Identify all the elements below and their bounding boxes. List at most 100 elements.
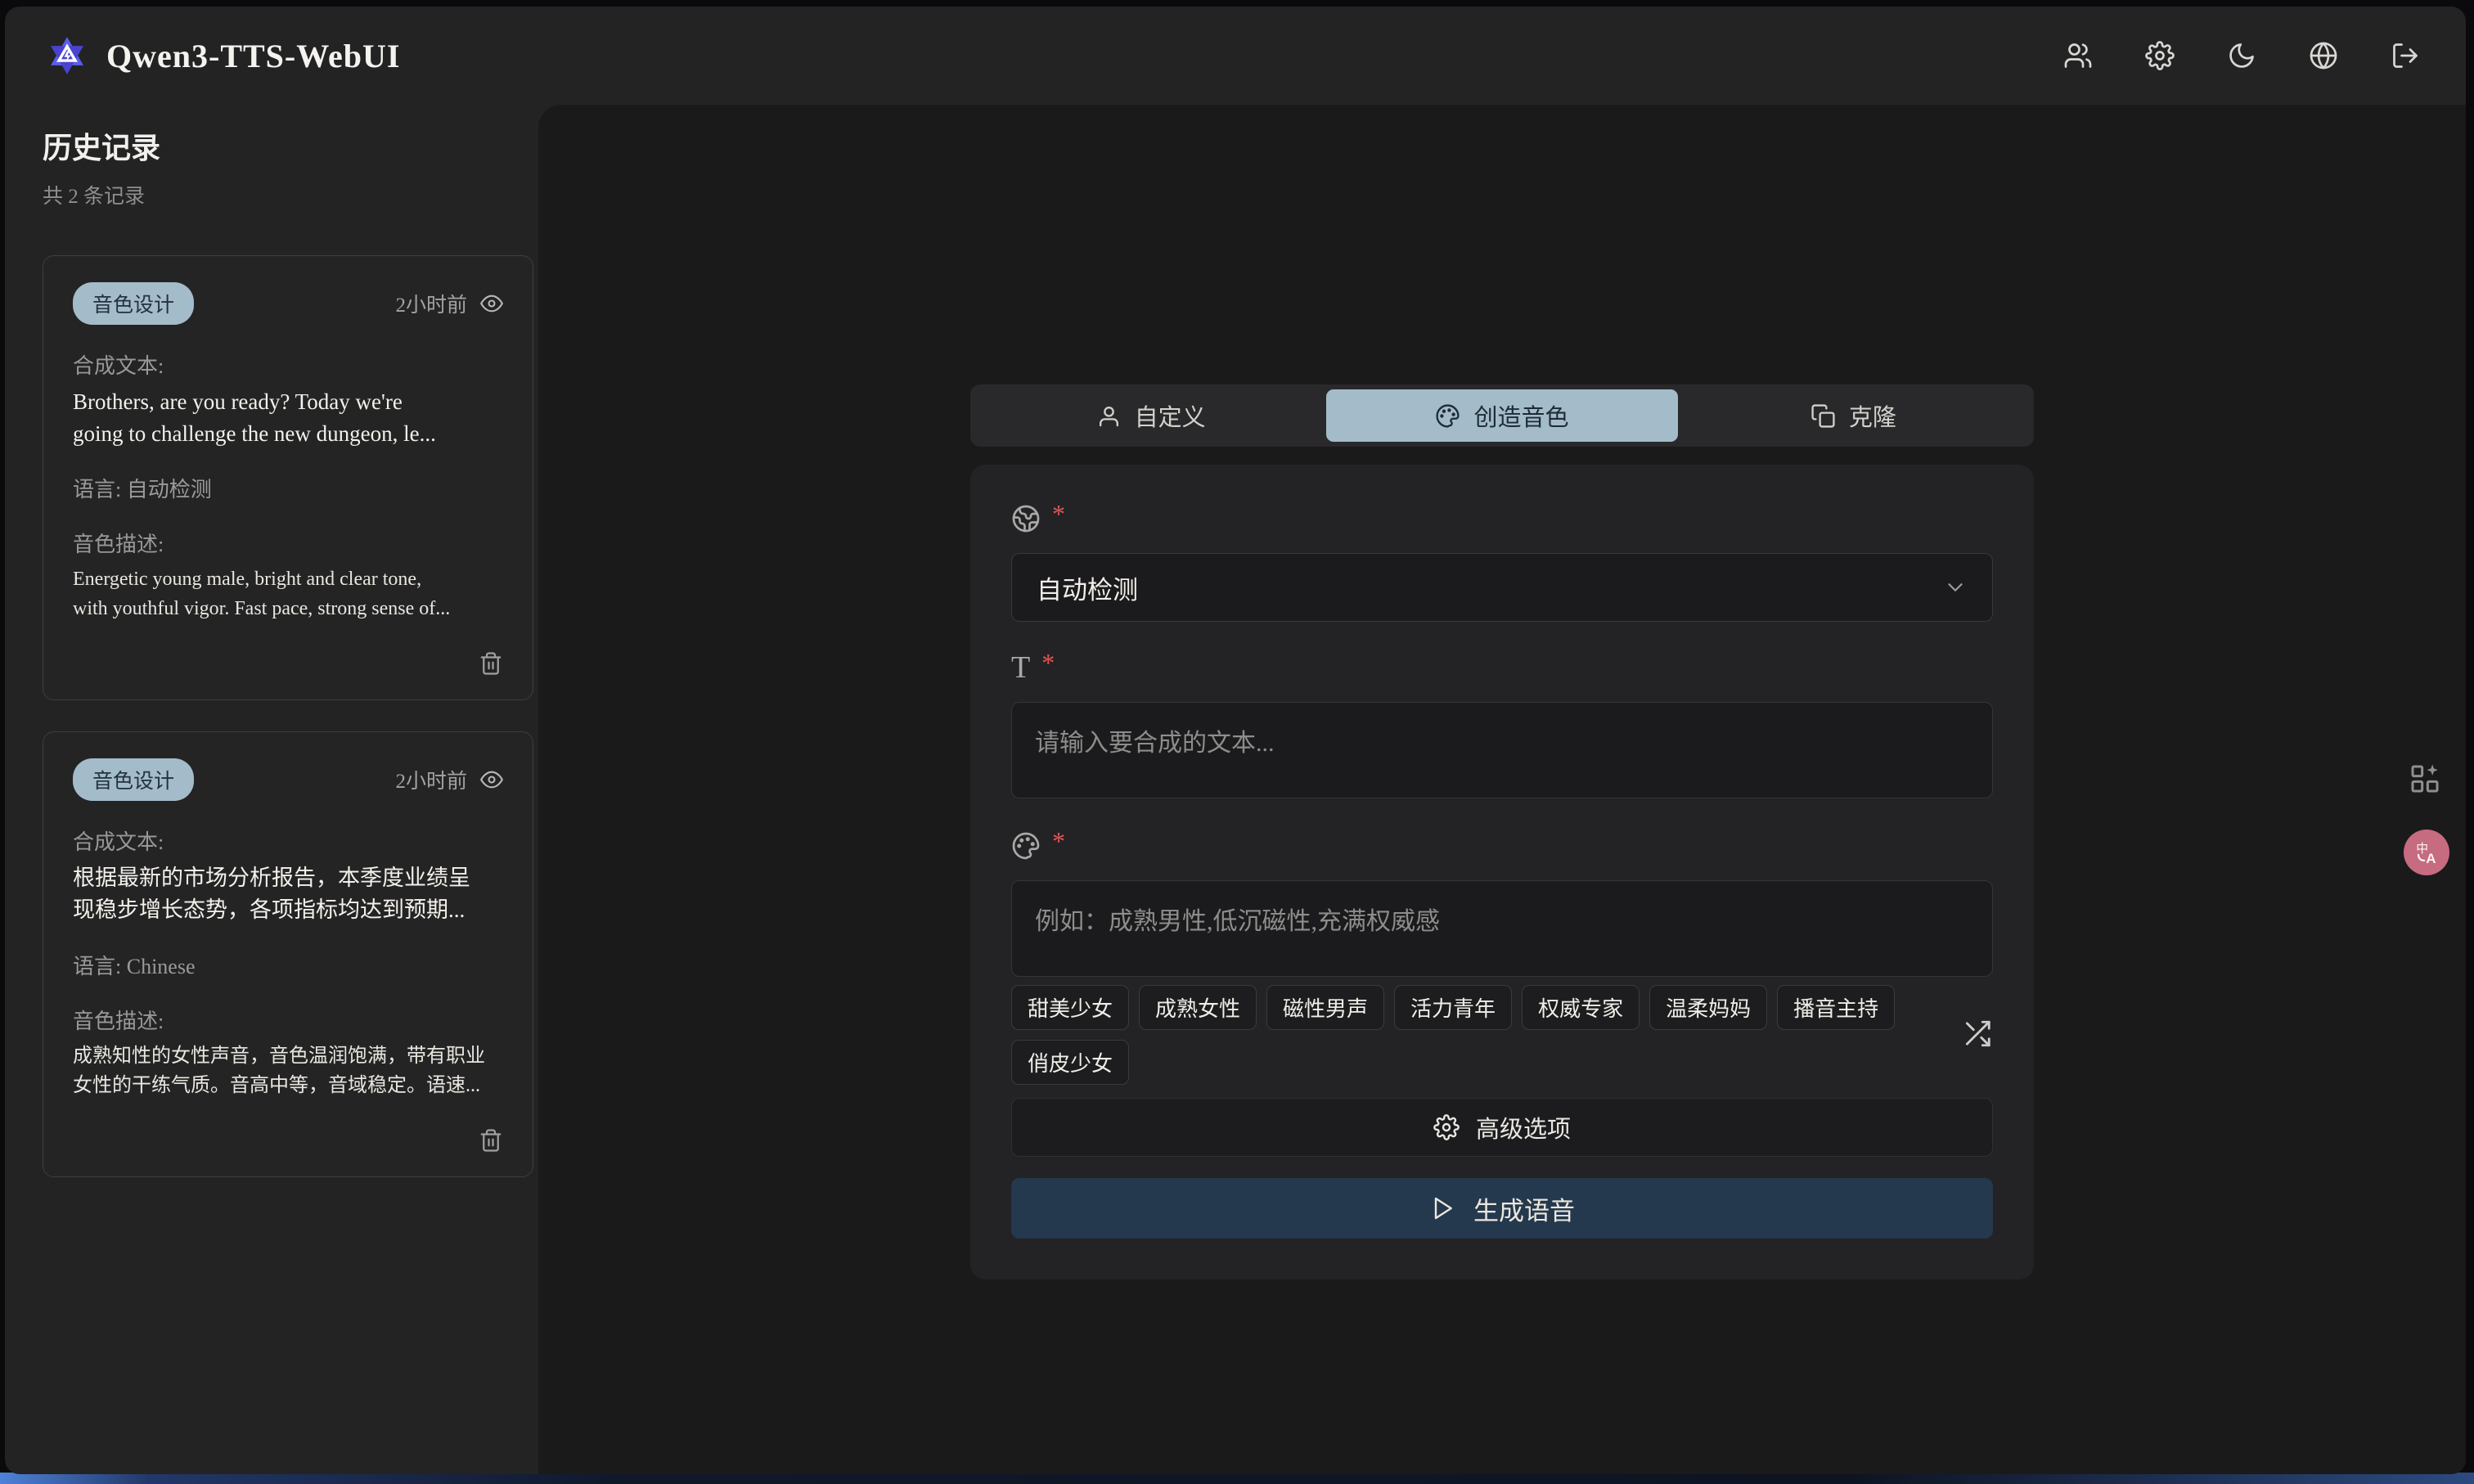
logout-icon: [2391, 41, 2420, 70]
header-actions: [2063, 41, 2420, 70]
voice-desc-field-label: *: [1011, 831, 1993, 867]
advanced-options-button[interactable]: 高级选项: [1011, 1098, 1993, 1157]
language-row: 语言: Chinese: [73, 950, 503, 980]
voice-desc-line: with youthful vigor. Fast pace, strong s…: [73, 594, 503, 623]
preset-tag[interactable]: 播音主持: [1777, 985, 1895, 1030]
text-field-label: T *: [1011, 653, 1993, 689]
type-icon: T: [1011, 653, 1030, 682]
tab-label: 创造音色: [1473, 398, 1568, 433]
required-marker: *: [1052, 504, 1065, 524]
delete-record-button[interactable]: [479, 1128, 503, 1155]
users-button[interactable]: [2063, 41, 2093, 70]
voice-desc-line: 成熟知性的女性声音，音色温润饱满，带有职业: [73, 1041, 503, 1071]
preset-tag[interactable]: 甜美少女: [1011, 985, 1129, 1030]
tab-label: 克隆: [1849, 398, 1896, 433]
palette-icon: [1011, 831, 1041, 861]
synth-text-line: Brothers, are you ready? Today we're: [73, 386, 503, 418]
qwen-logo-icon: [46, 34, 88, 77]
preset-tag[interactable]: 权威专家: [1522, 985, 1640, 1030]
tab-custom[interactable]: 自定义: [975, 389, 1326, 442]
trash-icon: [479, 651, 503, 676]
shuffle-icon: [1962, 1019, 1993, 1050]
generate-speech-button[interactable]: 生成语音: [1011, 1178, 1993, 1239]
moon-icon: [2227, 41, 2256, 70]
preset-tag[interactable]: 成熟女性: [1139, 985, 1257, 1030]
copy-icon: [1811, 403, 1836, 429]
trash-icon: [479, 1128, 503, 1153]
text-label: 合成文本:: [73, 825, 503, 856]
chevron-down-icon: [1943, 575, 1968, 600]
gear-icon: [1433, 1114, 1460, 1140]
palette-icon: [1435, 403, 1460, 429]
user-icon: [1096, 403, 1122, 429]
settings-button[interactable]: [2145, 41, 2175, 70]
translate-page-button[interactable]: 中 A: [2404, 830, 2449, 875]
language-select-value: 自动检测: [1037, 569, 1138, 606]
translate-icon: 中 A: [2413, 839, 2440, 866]
extension-widget-button[interactable]: [2409, 762, 2441, 798]
synthesis-text-input[interactable]: [1011, 702, 1993, 798]
preset-tag[interactable]: 活力青年: [1394, 985, 1512, 1030]
synth-text-line: 根据最新的市场分析报告，本季度业绩呈: [73, 862, 503, 894]
history-card[interactable]: 音色设计 2小时前 合成文本: 根据最新的市场分析报告，本季度业绩呈 现稳步增长…: [43, 731, 533, 1176]
app-header: Qwen3-TTS-WebUI: [5, 7, 2466, 105]
type-badge: 音色设计: [73, 758, 194, 801]
required-marker: *: [1041, 653, 1055, 672]
sidebar-title: 历史记录: [43, 124, 522, 167]
shuffle-button[interactable]: [1962, 1019, 1993, 1052]
users-icon: [2063, 41, 2093, 70]
record-count: 共 2 条记录: [43, 180, 522, 209]
history-card[interactable]: 音色设计 2小时前 合成文本: Brothers, are you ready?…: [43, 255, 533, 700]
globe-icon: [2309, 41, 2338, 70]
timestamp: 2小时前: [395, 289, 467, 318]
card-actions: [73, 651, 503, 678]
voice-desc-line: 女性的干练气质。音高中等，音域稳定。语速...: [73, 1071, 503, 1100]
app-window: Qwen3-TTS-WebUI: [5, 7, 2466, 1474]
create-voice-form: * 自动检测 T *: [970, 465, 2034, 1279]
timestamp: 2小时前: [395, 765, 467, 794]
svg-text:A: A: [2426, 851, 2436, 866]
desc-label: 音色描述:: [73, 1005, 503, 1035]
card-meta: 2小时前: [395, 765, 503, 794]
play-icon: [1429, 1195, 1455, 1221]
delete-record-button[interactable]: [479, 651, 503, 678]
main-content: 自定义 创造音色 克隆: [538, 105, 2466, 1474]
mode-tabbar: 自定义 创造音色 克隆: [970, 384, 2034, 447]
center-column: 自定义 创造音色 克隆: [970, 384, 2034, 1279]
preset-tag[interactable]: 磁性男声: [1266, 985, 1384, 1030]
eye-icon[interactable]: [480, 768, 503, 791]
logout-button[interactable]: [2391, 41, 2420, 70]
preset-tags-area: 甜美少女 成熟女性 磁性男声 活力青年 权威专家 温柔妈妈 播音主持 俏皮少女: [1011, 985, 1993, 1085]
generate-speech-label: 生成语音: [1473, 1190, 1575, 1227]
brand: Qwen3-TTS-WebUI: [46, 34, 401, 77]
voice-desc-line: Energetic young male, bright and clear t…: [73, 564, 503, 594]
desc-label: 音色描述:: [73, 528, 503, 558]
advanced-options-label: 高级选项: [1476, 1110, 1571, 1144]
gear-icon: [2145, 41, 2175, 70]
required-marker: *: [1052, 831, 1065, 851]
type-badge: 音色设计: [73, 282, 194, 325]
text-label: 合成文本:: [73, 349, 503, 380]
card-header: 音色设计 2小时前: [73, 758, 503, 801]
history-sidebar: 历史记录 共 2 条记录 音色设计 2小时前 合成文本: Brothers, a…: [5, 105, 538, 1474]
language-field-label: *: [1011, 504, 1993, 540]
app-title: Qwen3-TTS-WebUI: [106, 37, 401, 75]
preset-tags: 甜美少女 成熟女性 磁性男声 活力青年 权威专家 温柔妈妈 播音主持 俏皮少女: [1011, 985, 1911, 1085]
tab-create-voice[interactable]: 创造音色: [1326, 389, 1677, 442]
language-select[interactable]: 自动检测: [1011, 553, 1993, 622]
earth-icon: [1011, 504, 1041, 533]
tab-label: 自定义: [1135, 398, 1206, 433]
tab-clone[interactable]: 克隆: [1678, 389, 2029, 442]
card-header: 音色设计 2小时前: [73, 282, 503, 325]
synth-text-line: 现稳步增长态势，各项指标均达到预期...: [73, 894, 503, 926]
card-actions: [73, 1128, 503, 1155]
voice-description-input[interactable]: [1011, 880, 1993, 977]
eye-icon[interactable]: [480, 292, 503, 315]
preset-tag[interactable]: 俏皮少女: [1011, 1040, 1129, 1085]
language-row: 语言: 自动检测: [73, 473, 503, 503]
desktop-accent-strip: [0, 1473, 2474, 1484]
theme-toggle-button[interactable]: [2227, 41, 2256, 70]
card-meta: 2小时前: [395, 289, 503, 318]
language-button[interactable]: [2309, 41, 2338, 70]
preset-tag[interactable]: 温柔妈妈: [1649, 985, 1767, 1030]
